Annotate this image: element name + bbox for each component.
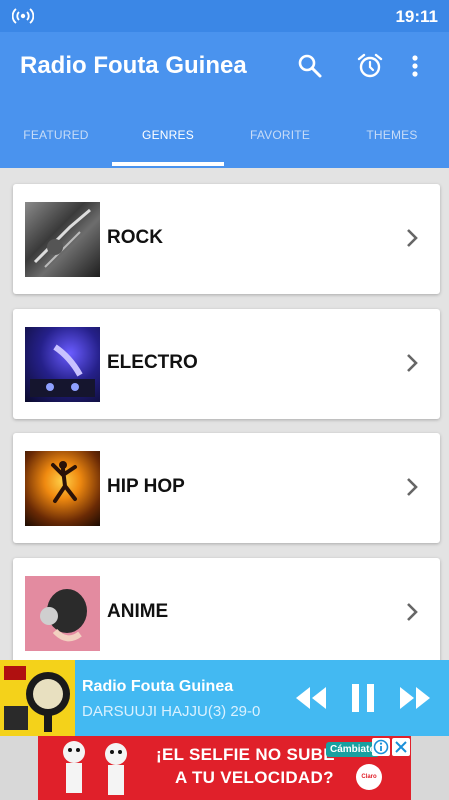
now-playing-title: Radio Fouta Guinea [82,678,234,695]
chevron-right-icon [406,477,418,502]
now-playing-bar[interactable]: Radio Fouta Guinea DARSUUJI HAJJU(3) 29-… [0,660,449,736]
radio-broadcast-icon [11,7,35,30]
app-bar: Radio Fouta Guinea [0,32,449,102]
genre-label: ANIME [107,601,169,622]
tab-themes[interactable]: THEMES [336,102,448,168]
genre-card-electro[interactable]: ELECTRO [13,309,440,419]
status-bar: 19:11 [0,0,449,32]
tab-genres[interactable]: GENRES [112,102,224,168]
genre-label: ELECTRO [107,352,198,373]
more-vert-icon[interactable] [408,52,422,80]
rewind-icon[interactable] [294,685,328,716]
genre-card-anime[interactable]: ANIME [13,558,440,668]
genre-label: HIP HOP [107,476,185,497]
chevron-right-icon [406,228,418,253]
ad-area: ¡EL SELFIE NO SUBE A TU VELOCIDAD? Cámbi… [0,736,449,800]
fast-forward-icon[interactable] [398,685,432,716]
tab-bar: FEATURED GENRES FAVORITE THEMES [0,102,449,168]
station-artwork [0,660,75,736]
tab-featured[interactable]: FEATURED [0,102,112,168]
ad-headline-line1: ¡EL SELFIE NO SUBE [156,745,335,764]
pause-icon[interactable] [350,682,376,719]
active-tab-indicator [112,162,224,166]
genre-label: ROCK [107,227,163,248]
genre-thumbnail-hip-hop [25,451,100,526]
chevron-right-icon [406,602,418,627]
adchoices-info-icon[interactable] [372,738,390,756]
now-playing-track: DARSUUJI HAJJU(3) 29-0 [82,703,261,720]
ad-banner[interactable]: ¡EL SELFIE NO SUBE A TU VELOCIDAD? Cámbi… [38,736,411,800]
genre-thumbnail-anime [25,576,100,651]
ad-brand-logo: Claro [356,764,382,790]
genre-card-rock[interactable]: ROCK [13,184,440,294]
genre-card-hip-hop[interactable]: HIP HOP [13,433,440,543]
genre-thumbnail-rock [25,202,100,277]
tab-favorite[interactable]: FAVORITE [224,102,336,168]
chevron-right-icon [406,353,418,378]
app-title: Radio Fouta Guinea [20,52,247,79]
search-icon[interactable] [296,52,324,80]
alarm-clock-icon[interactable] [356,52,384,80]
ad-headline-line2: A TU VELOCIDAD? [175,768,334,787]
ad-close-icon[interactable] [392,738,410,756]
clock-time: 19:11 [395,7,438,26]
genre-thumbnail-electro [25,327,100,402]
